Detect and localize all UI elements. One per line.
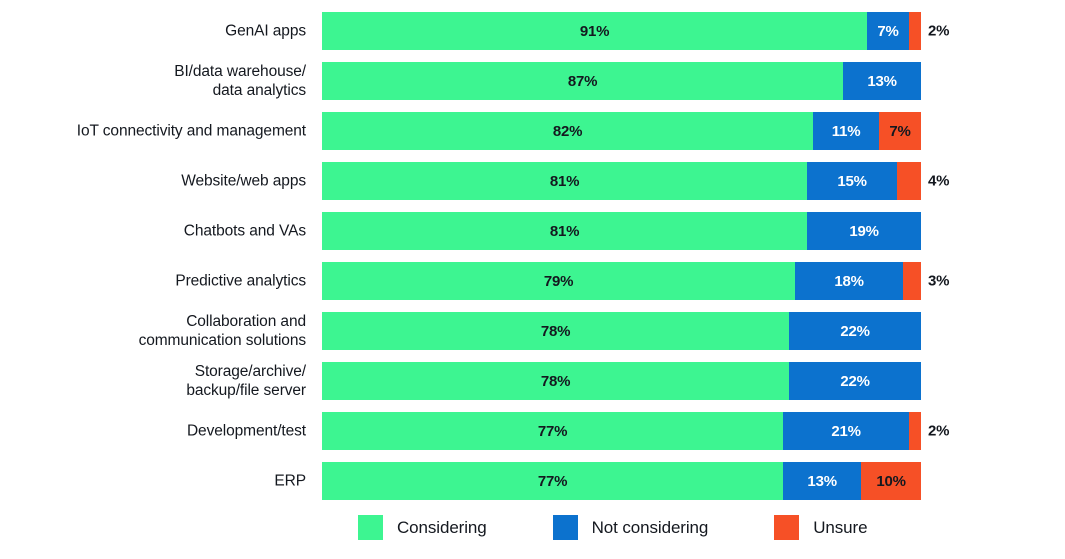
segment-value-label: 15% bbox=[837, 172, 867, 190]
legend-label: Considering bbox=[397, 517, 487, 537]
stacked-bar-chart: GenAI apps 2% 91% 7% BI/data warehouse/ data… bbox=[0, 0, 1065, 559]
legend-swatch-icon bbox=[774, 515, 800, 540]
bar-segment-considering: 78% bbox=[322, 312, 790, 350]
chart-row: GenAI apps 2% 91% 7% bbox=[0, 12, 1065, 50]
chart-row: IoT connectivity and management 82% 11% 7% bbox=[0, 112, 1065, 150]
bar-track: 87% 13% bbox=[322, 62, 921, 100]
bar-track: 82% 11% 7% bbox=[322, 112, 921, 150]
bar-segment-considering: 81% bbox=[322, 212, 808, 250]
segment-value-label: 22% bbox=[840, 372, 870, 390]
bar-segment-not-considering: 11% bbox=[813, 112, 880, 150]
segment-value-label: 22% bbox=[840, 322, 870, 340]
bar-track: 78% 22% bbox=[322, 362, 921, 400]
bar-segment-not-considering: 19% bbox=[807, 212, 921, 250]
bar-segment-considering: 78% bbox=[322, 362, 790, 400]
chart-legend: Considering Not considering Unsure bbox=[0, 515, 1065, 555]
category-label: Predictive analytics bbox=[175, 272, 306, 290]
bar-segment-unsure: 7% bbox=[879, 112, 921, 150]
segment-value-label: 81% bbox=[549, 172, 580, 190]
segment-value-label: 7% bbox=[877, 22, 899, 40]
bar-segment-considering: 87% bbox=[322, 62, 844, 100]
category-label: ERP bbox=[274, 472, 306, 490]
category-label: Development/test bbox=[186, 422, 306, 440]
segment-value-label: 78% bbox=[540, 322, 571, 340]
chart-row: Predictive analytics 3% 79% 18% bbox=[0, 262, 1065, 300]
segment-value-label-outside: 2% bbox=[928, 422, 950, 440]
chart-row: Chatbots and VAs 81% 19% bbox=[0, 212, 1065, 250]
legend-item[interactable]: Unsure bbox=[774, 515, 868, 540]
segment-value-label: 21% bbox=[831, 422, 861, 440]
segment-value-label-outside: 3% bbox=[928, 272, 950, 290]
category-label: Collaboration and communication solution… bbox=[138, 313, 307, 349]
bar-track: 79% 18% bbox=[322, 262, 921, 300]
bar-segment-considering: 81% bbox=[322, 162, 808, 200]
category-label: Chatbots and VAs bbox=[183, 222, 306, 240]
bar-segment-not-considering: 18% bbox=[795, 262, 904, 300]
segment-value-label: 87% bbox=[567, 72, 598, 90]
bar-segment-considering: 79% bbox=[322, 262, 796, 300]
bar-segment-not-considering: 22% bbox=[789, 312, 921, 350]
category-label: Storage/archive/ backup/file server bbox=[186, 363, 306, 399]
bar-segment-considering: 82% bbox=[322, 112, 814, 150]
bar-segment-considering: 77% bbox=[322, 462, 784, 500]
bar-track: 77% 21% bbox=[322, 412, 921, 450]
bar-track: 77% 13% 10% bbox=[322, 462, 921, 500]
bar-segment-not-considering: 13% bbox=[783, 462, 862, 500]
bar-segment-unsure bbox=[897, 162, 921, 200]
chart-row: Development/test 2% 77% 21% bbox=[0, 412, 1065, 450]
segment-value-label: 82% bbox=[552, 122, 583, 140]
segment-value-label: 18% bbox=[834, 272, 864, 290]
legend-label: Unsure bbox=[813, 517, 868, 537]
segment-value-label: 19% bbox=[849, 222, 879, 240]
legend-swatch-icon bbox=[358, 515, 383, 540]
segment-value-label: 78% bbox=[540, 372, 571, 390]
segment-value-label: 13% bbox=[867, 72, 897, 90]
legend-swatch-icon bbox=[552, 515, 578, 540]
legend-item[interactable]: Not considering bbox=[552, 515, 709, 540]
bar-track: 78% 22% bbox=[322, 312, 921, 350]
category-label: GenAI apps bbox=[225, 22, 306, 40]
bar-segment-unsure bbox=[909, 12, 921, 50]
bar-track: 91% 7% bbox=[322, 12, 921, 50]
bar-segment-not-considering: 7% bbox=[867, 12, 909, 50]
chart-row: BI/data warehouse/ data analytics 87% 13% bbox=[0, 62, 1065, 100]
legend-label: Not considering bbox=[591, 517, 709, 537]
bar-segment-considering: 77% bbox=[322, 412, 784, 450]
segment-value-label: 11% bbox=[831, 122, 861, 140]
chart-plot-area: GenAI apps 2% 91% 7% BI/data warehouse/ data… bbox=[0, 0, 1065, 510]
bar-segment-not-considering: 15% bbox=[807, 162, 898, 200]
segment-value-label: 7% bbox=[889, 122, 911, 140]
segment-value-label: 79% bbox=[543, 272, 574, 290]
legend-item[interactable]: Considering bbox=[358, 515, 487, 540]
bar-track: 81% 15% bbox=[322, 162, 921, 200]
bar-segment-not-considering: 21% bbox=[783, 412, 909, 450]
segment-value-label-outside: 4% bbox=[928, 172, 950, 190]
segment-value-label-outside: 2% bbox=[928, 22, 950, 40]
chart-row: Collaboration and communication solution… bbox=[0, 312, 1065, 350]
segment-value-label: 10% bbox=[876, 472, 906, 490]
chart-row: Storage/archive/ backup/file server 78% 22… bbox=[0, 362, 1065, 400]
chart-row: ERP 77% 13% 10% bbox=[0, 462, 1065, 500]
segment-value-label: 81% bbox=[549, 222, 580, 240]
bar-segment-considering: 91% bbox=[322, 12, 868, 50]
segment-value-label: 91% bbox=[579, 22, 610, 40]
bar-segment-unsure bbox=[909, 412, 921, 450]
bar-segment-unsure: 10% bbox=[861, 462, 921, 500]
category-label: BI/data warehouse/ data analytics bbox=[174, 63, 306, 99]
segment-value-label: 77% bbox=[537, 422, 568, 440]
segment-value-label: 77% bbox=[537, 472, 568, 490]
bar-segment-not-considering: 22% bbox=[789, 362, 921, 400]
category-label: Website/web apps bbox=[181, 172, 306, 190]
bar-segment-unsure bbox=[903, 262, 921, 300]
segment-value-label: 13% bbox=[807, 472, 837, 490]
bar-track: 81% 19% bbox=[322, 212, 921, 250]
bar-segment-not-considering: 13% bbox=[843, 62, 921, 100]
category-label: IoT connectivity and management bbox=[76, 122, 306, 140]
chart-row: Website/web apps 4% 81% 15% bbox=[0, 162, 1065, 200]
